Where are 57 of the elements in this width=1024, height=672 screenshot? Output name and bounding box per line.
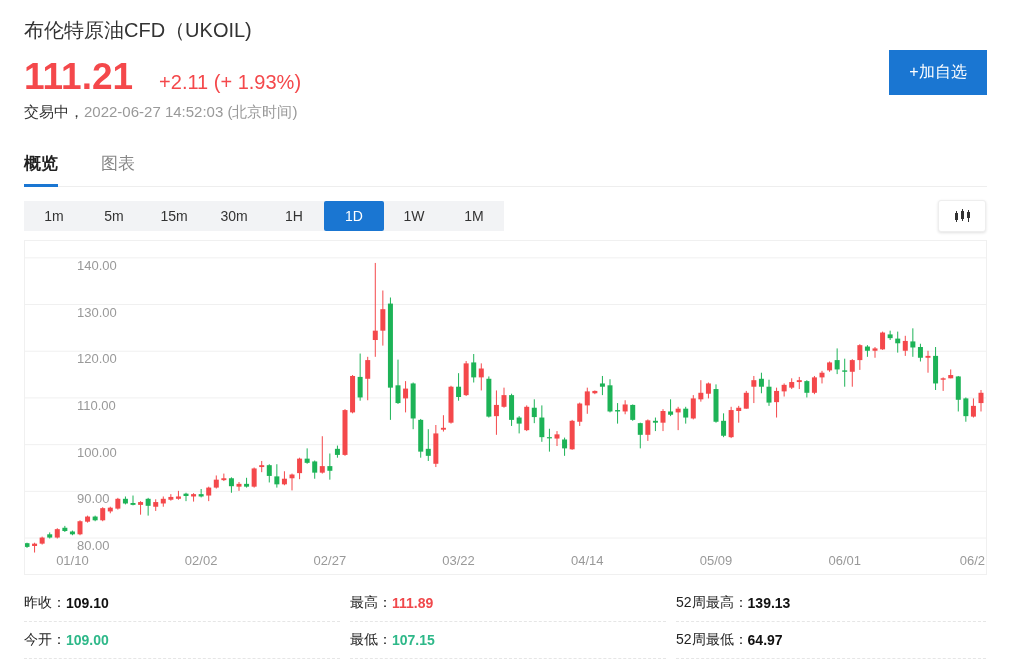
instrument-title: 布伦特原油CFD（UKOIL): [24, 18, 253, 43]
period-button[interactable]: 1D: [324, 201, 384, 231]
axis-label: 03/22: [442, 553, 475, 568]
candlestick: [395, 359, 401, 405]
stat-value: 111.89: [392, 595, 434, 611]
axis-label: 120.00: [77, 351, 117, 367]
stat-label: 昨收：: [24, 594, 66, 612]
stat-label: 最低：: [350, 631, 392, 649]
axis-label: 06/01: [828, 553, 861, 568]
candlestick: [872, 346, 878, 359]
candlestick: [77, 519, 83, 536]
candlestick: [289, 473, 295, 491]
candlestick: [554, 430, 560, 447]
stat-label: 52周最低：: [676, 631, 748, 649]
stat-label: 52周最高：: [676, 594, 748, 612]
candlestick: [236, 481, 242, 492]
candlestick: [819, 370, 825, 384]
axis-label: 02/27: [313, 553, 347, 568]
tab[interactable]: 图表: [101, 148, 135, 187]
trading-status: 交易中，: [24, 102, 84, 122]
axis-label: 05/09: [699, 553, 733, 568]
candlestick: [130, 495, 136, 506]
candlestick: [607, 378, 613, 413]
axis-label: 01/10: [56, 553, 89, 568]
stat-value: 139.13: [747, 595, 791, 611]
stat-value: 107.15: [392, 632, 435, 648]
candlestick: [925, 350, 931, 374]
axis-label: 130.00: [77, 304, 117, 320]
candlestick-icon: [953, 209, 971, 223]
axis-label: 80.00: [77, 538, 110, 554]
axis-label: 02/02: [184, 553, 218, 568]
candlestick: [660, 408, 666, 432]
price: 111.21: [24, 56, 134, 98]
stat-value: 109.00: [66, 632, 109, 648]
axis-label: 140.00: [77, 257, 117, 273]
chart-type-button[interactable]: [938, 200, 986, 232]
candlestick: [766, 379, 772, 407]
candlestick: [342, 408, 348, 457]
candlestick: [713, 383, 719, 424]
candlestick: [25, 542, 30, 549]
candlestick: [183, 492, 189, 502]
stat-label: 今开：: [24, 631, 66, 649]
candlestick: [978, 389, 984, 412]
axis-label: 110.00: [77, 397, 116, 413]
timestamp: 2022-06-27 14:52:03 (北京时间): [84, 102, 298, 122]
stat-label: 最高：: [350, 594, 392, 612]
axis-label: 06/2: [959, 553, 985, 568]
stat-value: 109.10: [66, 595, 109, 611]
axis-label: 04/14: [571, 553, 604, 568]
stat-value: 64.97: [747, 632, 783, 648]
candlestick: [448, 385, 454, 425]
axis-label: 100.00: [77, 444, 117, 460]
price-change: +2.11 (+ 1.93%): [159, 71, 302, 94]
candlestick: [501, 387, 507, 409]
axis-label: 90.00: [77, 491, 110, 507]
tab[interactable]: 概览: [24, 148, 58, 187]
add-watchlist-button[interactable]: +加自选: [889, 50, 987, 95]
